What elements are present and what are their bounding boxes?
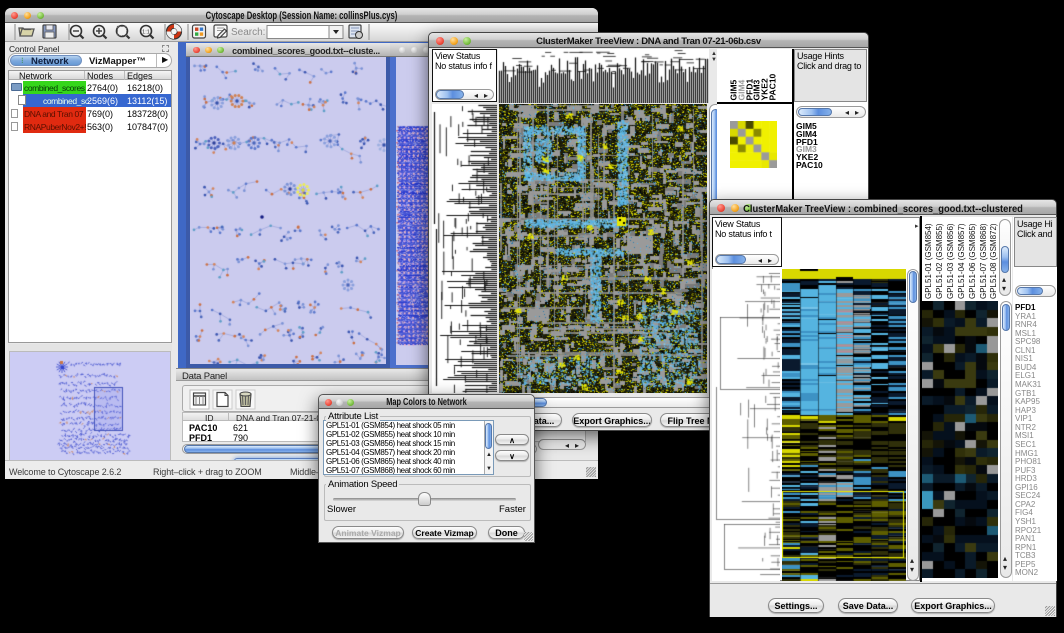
svg-text:1:1: 1:1 (142, 30, 150, 36)
svg-text:Search:: Search: (231, 27, 265, 38)
